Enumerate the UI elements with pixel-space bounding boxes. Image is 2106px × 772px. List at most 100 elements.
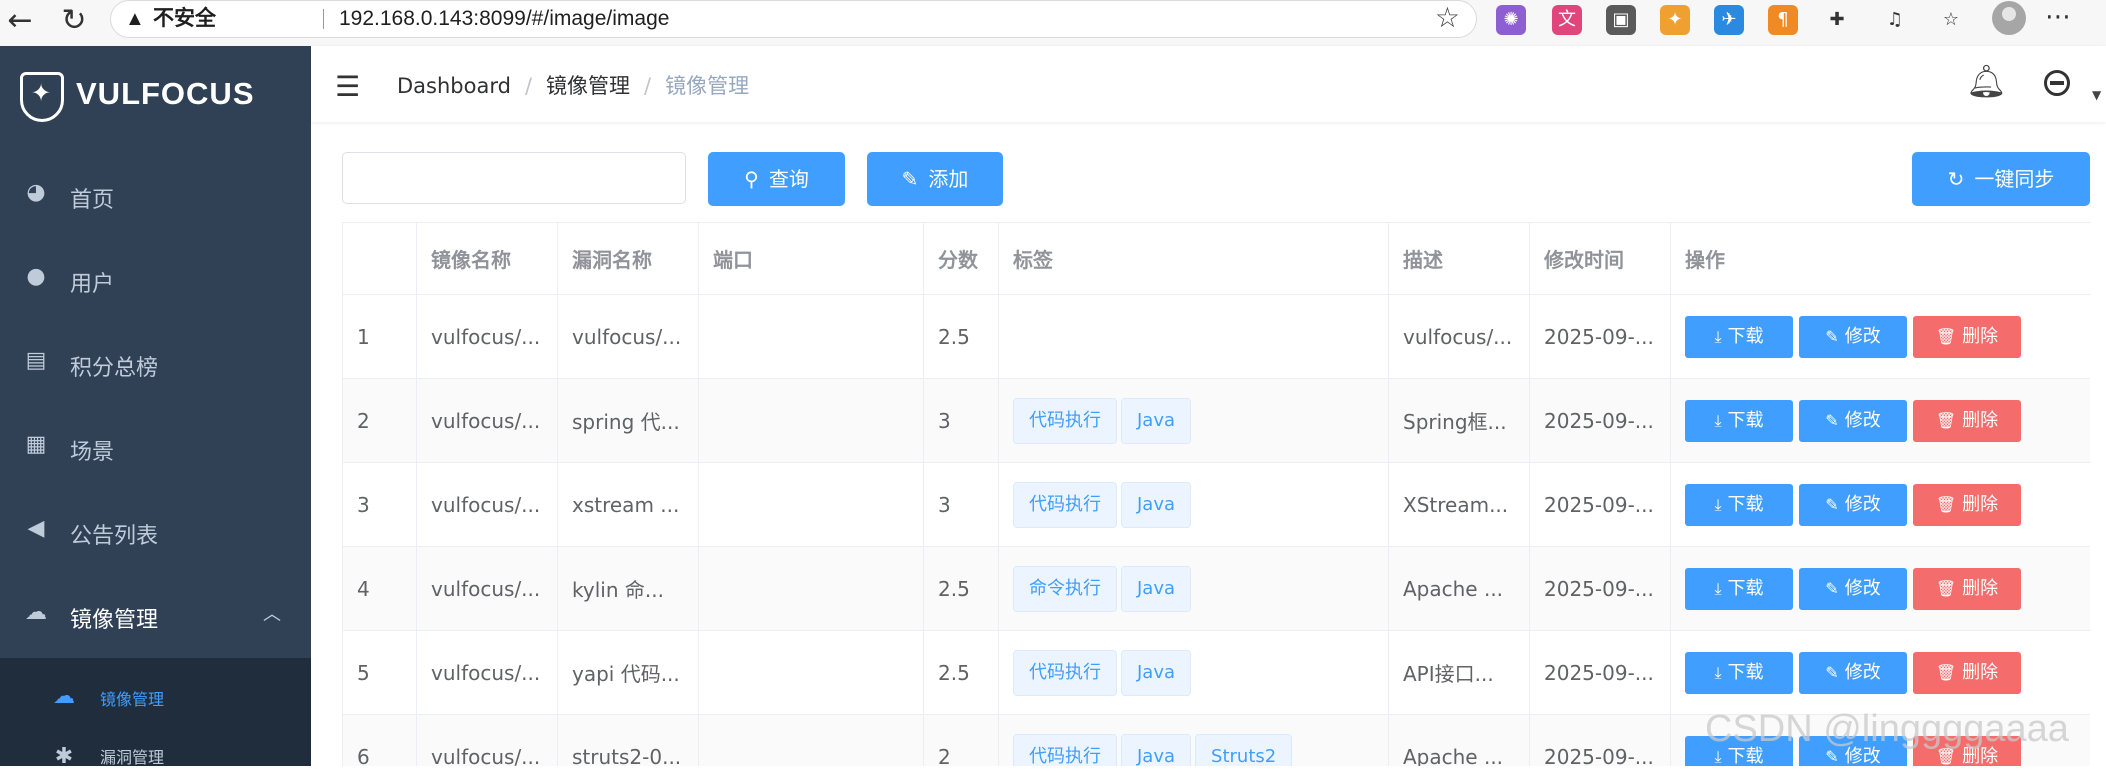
cell-index: 5 [342, 630, 417, 715]
submenu-item-vuln-management[interactable]: ✱ 漏洞管理 [0, 742, 311, 772]
bookmark-star-icon[interactable]: ☆ [1435, 0, 1460, 36]
table-header-row: 镜像名称 漏洞名称 端口 分数 标签 描述 修改时间 操作 [342, 222, 2090, 295]
cell-score-text: 2.5 [938, 324, 970, 349]
translate-extension-icon[interactable]: 文 [1552, 5, 1582, 35]
edit-button[interactable]: ✎ 修改 [1799, 399, 1907, 442]
insecure-label: 不安全 [153, 7, 216, 30]
column-header-index [342, 222, 417, 295]
sidebar-item-announcements[interactable]: ◀ 公告列表 [0, 490, 311, 574]
dashboard-icon: ◕ [26, 180, 46, 205]
table-row: 1 vulfocus/... vulfocus/... 2.5 vulfocus/...… [342, 294, 2090, 379]
sidebar: VULFOCUS ◕ 首页 ● 用户 ▤ 积分总榜 ▦ 场景 ◀ 公告列表 ☁ … [0, 46, 311, 769]
cell-tags: 代码执行 Java [998, 378, 1389, 463]
cell-actions: ⤓ 下载 ✎ 修改 🗑︎ 删除 [1670, 462, 2090, 547]
delete-button[interactable]: 🗑︎ 删除 [1913, 567, 2021, 610]
edit-button[interactable]: ✎ 修改 [1799, 483, 1907, 526]
sidebar-item-label: 积分总榜 [70, 356, 159, 381]
collapse-menu-icon[interactable]: ☰ [335, 70, 360, 103]
paragraph-extension-icon[interactable]: ¶ [1768, 5, 1798, 35]
download-button-label: 下载 [1727, 409, 1764, 431]
download-button-label: 下载 [1727, 325, 1764, 347]
breadcrumb-parent[interactable]: 镜像管理 [546, 74, 630, 98]
docker-icon: ☁ [25, 600, 47, 625]
tag-badge: Java [1121, 565, 1192, 612]
address-bar[interactable]: ▲ 不安全 192.168.0.143:8099/#/image/image ☆ [110, 0, 1477, 38]
brain-extension-icon[interactable]: ✺ [1496, 5, 1526, 35]
delete-button[interactable]: 🗑︎ 删除 [1913, 483, 2021, 526]
cell-description-text: Apache ... [1403, 744, 1504, 767]
cell-score-text: 2 [938, 744, 951, 767]
download-button[interactable]: ⤓ 下载 [1685, 567, 1793, 610]
more-menu-icon[interactable]: ⋯ [2045, 2, 2071, 32]
download-button[interactable]: ⤓ 下载 [1685, 483, 1793, 526]
cell-tags: 代码执行 Java [998, 462, 1389, 547]
edit-button[interactable]: ✎ 修改 [1799, 651, 1907, 694]
cell-score: 2.5 [923, 630, 999, 715]
edit-button[interactable]: ✎ 修改 [1799, 567, 1907, 610]
bird-extension-icon[interactable]: ✈ [1714, 5, 1744, 35]
download-button[interactable]: ⤓ 下载 [1685, 651, 1793, 694]
cell-vuln-name: vulfocus/... [557, 294, 699, 379]
edit-button-label: 修改 [1844, 577, 1881, 599]
sidebar-item-home[interactable]: ◕ 首页 [0, 154, 311, 238]
cell-image-name: vulfocus/... [416, 294, 558, 379]
trash-icon: 🗑︎ [1935, 494, 1957, 514]
tag-badge: Java [1121, 733, 1192, 766]
reader-extension-icon[interactable]: ▣ [1606, 5, 1636, 35]
delete-button[interactable]: 🗑︎ 删除 [1913, 399, 2021, 442]
reload-icon[interactable]: ↻ [56, 4, 92, 40]
download-button-label: 下载 [1727, 661, 1764, 683]
add-button[interactable]: ✎ 添加 [867, 152, 1003, 206]
tag-badge: 命令执行 [1013, 565, 1117, 612]
back-arrow-icon[interactable]: ← [2, 4, 38, 40]
edit-icon: ✎ [1825, 578, 1839, 598]
address-divider [323, 9, 324, 29]
cell-description: Apache ... [1388, 546, 1530, 631]
sidebar-item-scenes[interactable]: ▦ 场景 [0, 406, 311, 490]
caret-down-icon[interactable]: ▼ [2092, 88, 2101, 102]
delete-button[interactable]: 🗑︎ 删除 [1913, 315, 2021, 358]
cell-description-text: Apache ... [1403, 576, 1504, 601]
delete-button-label: 删除 [1962, 325, 1999, 347]
submenu-item-label: 漏洞管理 [100, 748, 165, 767]
tag-badge: 代码执行 [1013, 649, 1117, 696]
fox-extension-icon[interactable]: ✦ [1660, 5, 1690, 35]
bug-icon: ✱ [54, 744, 74, 769]
cell-score: 3 [923, 378, 999, 463]
cell-vuln-name: yapi 代码... [557, 630, 699, 715]
breadcrumb-dashboard[interactable]: Dashboard [397, 74, 511, 98]
cell-score: 3 [923, 462, 999, 547]
cell-port [698, 462, 924, 547]
column-header-image-name: 镜像名称 [416, 222, 558, 295]
profile-avatar[interactable] [1992, 1, 2026, 35]
url-text[interactable]: 192.168.0.143:8099/#/image/image [339, 1, 669, 37]
media-icon[interactable]: ♫ [1880, 5, 1910, 35]
sidebar-item-leaderboard[interactable]: ▤ 积分总榜 [0, 322, 311, 406]
submenu-item-image-management[interactable]: ☁ 镜像管理 [0, 658, 311, 742]
cell-modified-time-text: 2025-09-... [1544, 576, 1654, 601]
download-button[interactable]: ⤓ 下载 [1685, 399, 1793, 442]
puzzle-extension-icon[interactable]: ✚ [1822, 5, 1852, 35]
user-avatar-icon[interactable] [2044, 70, 2070, 96]
breadcrumb-separator: / [524, 74, 533, 98]
trash-icon: 🗑︎ [1935, 578, 1957, 598]
logo[interactable]: VULFOCUS [20, 72, 300, 122]
delete-button[interactable]: 🗑︎ 删除 [1913, 651, 2021, 694]
cell-vuln-name: struts2-0... [557, 714, 699, 766]
cell-image-name: vulfocus/... [416, 462, 558, 547]
sidebar-item-label: 镜像管理 [70, 608, 159, 633]
search-input[interactable] [342, 152, 686, 204]
cell-port [698, 378, 924, 463]
cell-port [698, 630, 924, 715]
sync-all-button[interactable]: ↻ 一键同步 [1912, 152, 2090, 206]
bell-icon[interactable]: 🔔︎ [1966, 62, 2007, 100]
edit-button[interactable]: ✎ 修改 [1799, 315, 1907, 358]
download-icon: ⤓ [1714, 326, 1722, 346]
column-header-tags: 标签 [998, 222, 1389, 295]
sidebar-item-users[interactable]: ● 用户 [0, 238, 311, 322]
sidebar-item-image-management[interactable]: ☁ 镜像管理 ︿ [0, 574, 311, 658]
favorites-icon[interactable]: ☆ [1936, 5, 1966, 35]
download-button[interactable]: ⤓ 下载 [1685, 315, 1793, 358]
query-button[interactable]: ⚲ 查询 [708, 152, 845, 206]
cell-index-text: 2 [357, 408, 370, 433]
